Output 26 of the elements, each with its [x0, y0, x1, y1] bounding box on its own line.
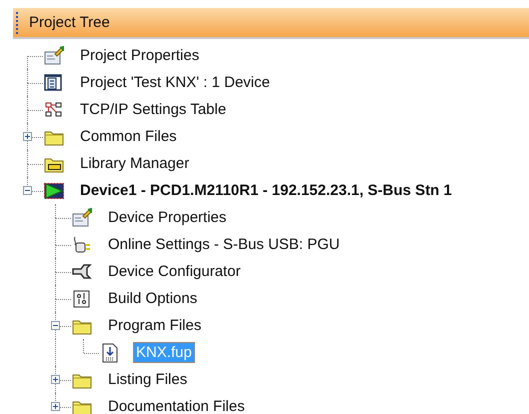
tree-item[interactable]: Project Properties: [77, 45, 202, 66]
tree-item[interactable]: Project 'Test KNX' : 1 Device: [77, 72, 273, 93]
tree-item[interactable]: Common Files: [77, 126, 180, 147]
expander-icon[interactable]: [51, 375, 60, 384]
panel-title: Project Tree: [29, 14, 110, 31]
tree-item[interactable]: Device Configurator: [105, 261, 244, 282]
tree-item[interactable]: Library Manager: [77, 153, 192, 174]
grip-icon[interactable]: [16, 12, 20, 34]
properties-icon: [43, 46, 65, 66]
expander-icon[interactable]: [51, 402, 60, 411]
wrench-icon: [71, 262, 93, 282]
properties-icon: [71, 208, 93, 228]
document-stack-icon: [43, 72, 65, 92]
plug-icon: [71, 234, 93, 254]
tree-item[interactable]: Program Files: [105, 315, 204, 336]
tree-item[interactable]: Listing Files: [105, 369, 190, 390]
expander-icon[interactable]: [23, 132, 32, 141]
tree-item[interactable]: Device1 - PCD1.M2110R1 - 192.152.23.1, S-Bus Stn 1: [77, 180, 455, 201]
expander-icon[interactable]: [23, 186, 32, 195]
tree-item[interactable]: Online Settings - S-Bus USB: PGU: [105, 234, 343, 255]
tree-item[interactable]: TCP/IP Settings Table: [77, 99, 230, 120]
tree-item[interactable]: Documentation Files: [105, 396, 248, 414]
tree-item[interactable]: Build Options: [105, 288, 200, 309]
expander-icon[interactable]: [51, 321, 60, 330]
device-icon: [43, 180, 65, 200]
tree-item[interactable]: Device Properties: [105, 207, 230, 228]
